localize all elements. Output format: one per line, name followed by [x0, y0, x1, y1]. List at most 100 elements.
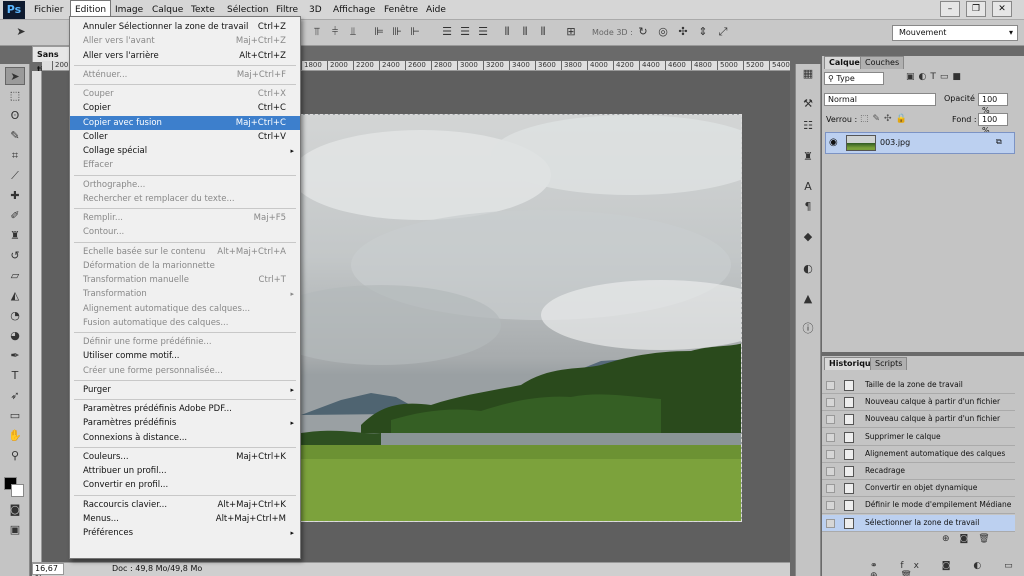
move-tool[interactable]: ➤ [5, 67, 25, 85]
paint-bucket-tool[interactable]: ◭ [5, 287, 25, 305]
edit-menu-item[interactable]: Aller vers l'arrière Alt+Ctrl+Z [70, 49, 300, 63]
eyedropper-tool[interactable]: ⟋ [5, 167, 25, 185]
hand-tool[interactable]: ✋ [5, 427, 25, 445]
zoom-field[interactable]: 16,67 % [32, 563, 64, 576]
character-panel-icon[interactable]: A [798, 178, 818, 196]
distribute-bottom-icon[interactable]: ☰ [476, 25, 490, 39]
edit-menu-item[interactable]: Purger ▸ [70, 383, 300, 397]
stamp-tool[interactable]: ♜ [5, 227, 25, 245]
edit-menu-item[interactable]: Convertir en profil... [70, 478, 300, 492]
history-panel-icon[interactable]: ▦ [798, 65, 818, 83]
crop-tool[interactable]: ⌗ [5, 147, 25, 165]
menu-fenetre[interactable]: Fenêtre [380, 0, 422, 20]
history-checkbox[interactable] [826, 484, 835, 494]
distribute-right-icon[interactable]: ⫴ [536, 25, 550, 39]
edit-menu-item[interactable]: Connexions à distance... [70, 431, 300, 445]
pen-tool[interactable]: ✒ [5, 347, 25, 365]
workspace-select[interactable]: Mouvement ▾ [892, 25, 1018, 41]
distribute-top-icon[interactable]: ☰ [440, 25, 454, 39]
quick-select-tool[interactable]: ✎ [5, 127, 25, 145]
maximize-button[interactable]: ❐ [966, 1, 986, 17]
slide-3d-icon[interactable]: ⇕ [696, 25, 710, 39]
history-brush-tool[interactable]: ↺ [5, 247, 25, 265]
edit-menu-item[interactable]: Annuler Sélectionner la zone de travail C… [70, 20, 300, 34]
edit-menu-item[interactable]: Copier avec fusion Maj+Ctrl+C [70, 115, 300, 130]
distribute-middle-icon[interactable]: ☰ [458, 25, 472, 39]
align-right-icon[interactable]: ⊩ [408, 25, 422, 39]
history-checkbox[interactable] [826, 432, 835, 442]
history-actions[interactable]: ⊕◙🗑 [942, 534, 1000, 544]
info-panel-icon[interactable]: ⓘ [798, 320, 818, 338]
align-left-icon[interactable]: ⊫ [372, 25, 386, 39]
edit-menu-item[interactable]: Coller Ctrl+V [70, 130, 300, 144]
minimize-button[interactable]: – [940, 1, 960, 17]
eye-icon[interactable]: ◉ [829, 137, 838, 148]
edit-menu-item[interactable]: Paramètres prédéfinis ▸ [70, 416, 300, 430]
quick-mask-icon[interactable]: ◙ [5, 501, 25, 519]
history-checkbox[interactable] [826, 398, 835, 408]
edit-menu-item[interactable]: Raccourcis clavier... Alt+Maj+Ctrl+K [70, 498, 300, 512]
menu-affichage[interactable]: Affichage [329, 0, 379, 20]
3d-panel-icon[interactable]: ◆ [798, 228, 818, 246]
edit-menu-item[interactable]: Menus... Alt+Maj+Ctrl+M [70, 512, 300, 526]
shape-tool[interactable]: ▭ [5, 407, 25, 425]
edit-menu-item[interactable]: Paramètres prédéfinis Adobe PDF... [70, 402, 300, 416]
path-select-tool[interactable]: ➶ [5, 387, 25, 405]
screen-mode-icon[interactable]: ▣ [5, 521, 25, 539]
edit-menu-item[interactable]: Utiliser comme motif... [70, 349, 300, 363]
dodge-tool[interactable]: ◕ [5, 327, 25, 345]
roll-3d-icon[interactable]: ◎ [656, 25, 670, 39]
history-state[interactable]: Alignement automatique des calques [822, 446, 1015, 463]
brush-tool[interactable]: ✐ [5, 207, 25, 225]
blur-tool[interactable]: ◔ [5, 307, 25, 325]
align-bottom-icon[interactable]: ⫫ [346, 25, 360, 39]
histogram-icon[interactable]: ▲ [798, 290, 818, 308]
edit-menu-item[interactable]: Attribuer un profil... [70, 464, 300, 478]
align-middle-icon[interactable]: ⫩ [328, 25, 342, 39]
type-tool[interactable]: T [5, 367, 25, 385]
close-button[interactable]: ✕ [992, 1, 1012, 17]
history-checkbox[interactable] [826, 449, 835, 459]
history-checkbox[interactable] [826, 518, 835, 528]
brush-panel-icon[interactable]: ⚒ [798, 95, 818, 113]
clone-source-icon[interactable]: ♜ [798, 148, 818, 166]
layers-footer-icons[interactable]: ⚭ fx ◙ ◐ ▭ ⊕ 🗑 [870, 561, 1024, 576]
paragraph-panel-icon[interactable]: ¶ [798, 198, 818, 216]
healing-tool[interactable]: ✚ [5, 187, 25, 205]
menu-aide[interactable]: Aide [422, 0, 450, 20]
menu-fichier[interactable]: Fichier [30, 0, 67, 20]
move-tool-icon[interactable]: ➤ [14, 25, 28, 39]
tab-couches[interactable]: Couches [860, 56, 905, 69]
edit-menu-item[interactable]: Préférences ▸ [70, 526, 300, 540]
history-state[interactable]: Nouveau calque à partir d'un fichier [822, 394, 1015, 412]
menu-3d[interactable]: 3D [305, 0, 326, 20]
align-center-icon[interactable]: ⊪ [390, 25, 404, 39]
layer-filter-icons[interactable]: ▣◐T▭■ [906, 72, 1016, 82]
zoom-tool[interactable]: ⚲ [5, 447, 25, 465]
history-checkbox[interactable] [826, 381, 835, 390]
history-state[interactable]: Définir le mode d'empilement Médiane [822, 497, 1015, 515]
layer-filter-select[interactable]: ⚲ Type [824, 72, 884, 85]
brush-presets-icon[interactable]: ☷ [798, 117, 818, 135]
rotate-3d-icon[interactable]: ↻ [636, 25, 650, 39]
background-color-swatch[interactable] [11, 484, 24, 497]
edit-menu-item[interactable]: Copier Ctrl+C [70, 101, 300, 115]
marquee-tool[interactable]: ⬚ [5, 87, 25, 105]
auto-align-icon[interactable]: ⊞ [564, 25, 578, 39]
distribute-center-icon[interactable]: ⫴ [518, 25, 532, 39]
history-state[interactable]: Recadrage [822, 463, 1015, 480]
history-checkbox[interactable] [826, 467, 835, 476]
history-state[interactable]: Supprimer le calque [822, 429, 1015, 446]
history-state[interactable]: Convertir en objet dynamique [822, 480, 1015, 498]
opacity-field[interactable]: 100 % [978, 93, 1008, 115]
lasso-tool[interactable]: ʘ [5, 107, 25, 125]
scale-3d-icon[interactable]: ⤢ [716, 25, 730, 39]
layer-row[interactable]: ◉ 003.jpg ⧉ [825, 132, 1015, 154]
edit-menu-item[interactable]: Collage spécial ▸ [70, 144, 300, 158]
adjustments-panel-icon[interactable]: ◐ [798, 260, 818, 278]
align-top-icon[interactable]: ⫪ [310, 25, 324, 39]
pan-3d-icon[interactable]: ✣ [676, 25, 690, 39]
history-state[interactable]: Nouveau calque à partir d'un fichier [822, 411, 1015, 429]
distribute-left-icon[interactable]: ⫴ [500, 25, 514, 39]
edit-menu-item[interactable]: Couleurs... Maj+Ctrl+K [70, 450, 300, 464]
